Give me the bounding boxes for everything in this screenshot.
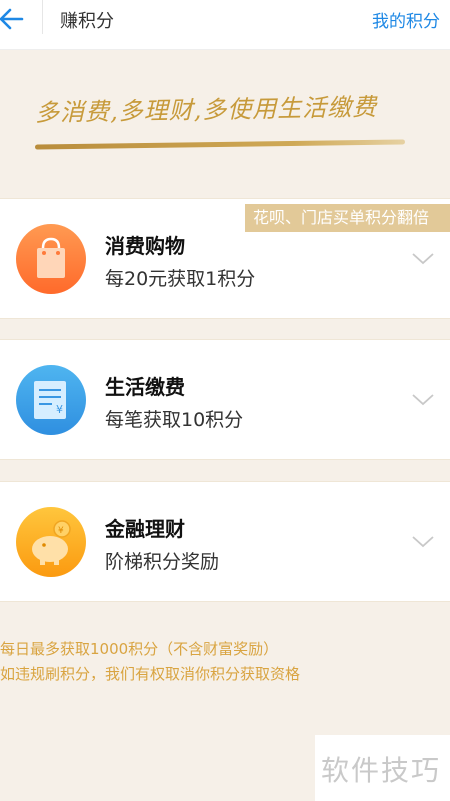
note-daily-limit: 每日最多获取1000积分（不含财富奖励） [0,640,279,658]
note-violation: 如违规刷积分，我们有权取消你积分获取资格 [0,665,301,683]
my-points-link[interactable]: 我的积分 [372,7,440,32]
card-title: 金融理财 [105,517,185,541]
finance-card[interactable]: ¥ 金融理财 阶梯积分奖励 [0,481,450,602]
chevron-down-icon[interactable] [412,394,434,406]
watermark: 软件技巧 [315,735,450,801]
shopping-card[interactable]: 花呗、门店买单积分翻倍 消费购物 每20元获取1积分 [0,198,450,319]
piggy-bank-icon: ¥ [16,507,86,577]
chevron-down-icon[interactable] [412,536,434,548]
slogan-banner: 多消费,多理财,多使用生活缴费 [0,50,450,198]
card-title: 消费购物 [105,234,185,258]
svg-text:¥: ¥ [58,526,64,536]
svg-text:¥: ¥ [56,403,63,416]
header-divider [42,0,43,34]
watermark-text: 软件技巧 [321,754,442,787]
arrow-left-icon [0,8,24,30]
card-title: 生活缴费 [105,375,185,399]
slogan-brush-stroke [34,139,406,150]
bill-receipt-icon: ¥ [16,365,86,435]
top-nav-bar: 赚积分 我的积分 [0,0,450,50]
back-button[interactable] [0,0,36,40]
promo-badge: 花呗、门店买单积分翻倍 [245,204,450,232]
bill-payment-card[interactable]: ¥ 生活缴费 每笔获取10积分 [0,339,450,460]
chevron-down-icon[interactable] [412,253,434,265]
card-description: 阶梯积分奖励 [105,551,220,573]
page-title: 赚积分 [60,11,114,32]
slogan-text: 多消费,多理财,多使用生活缴费 [34,93,378,127]
shopping-bag-icon [16,224,86,294]
card-description: 每20元获取1积分 [105,268,256,290]
card-description: 每笔获取10积分 [105,409,244,431]
rules-notes: 每日最多获取1000积分（不含财富奖励） 如违规刷积分，我们有权取消你积分获取资… [0,637,450,687]
